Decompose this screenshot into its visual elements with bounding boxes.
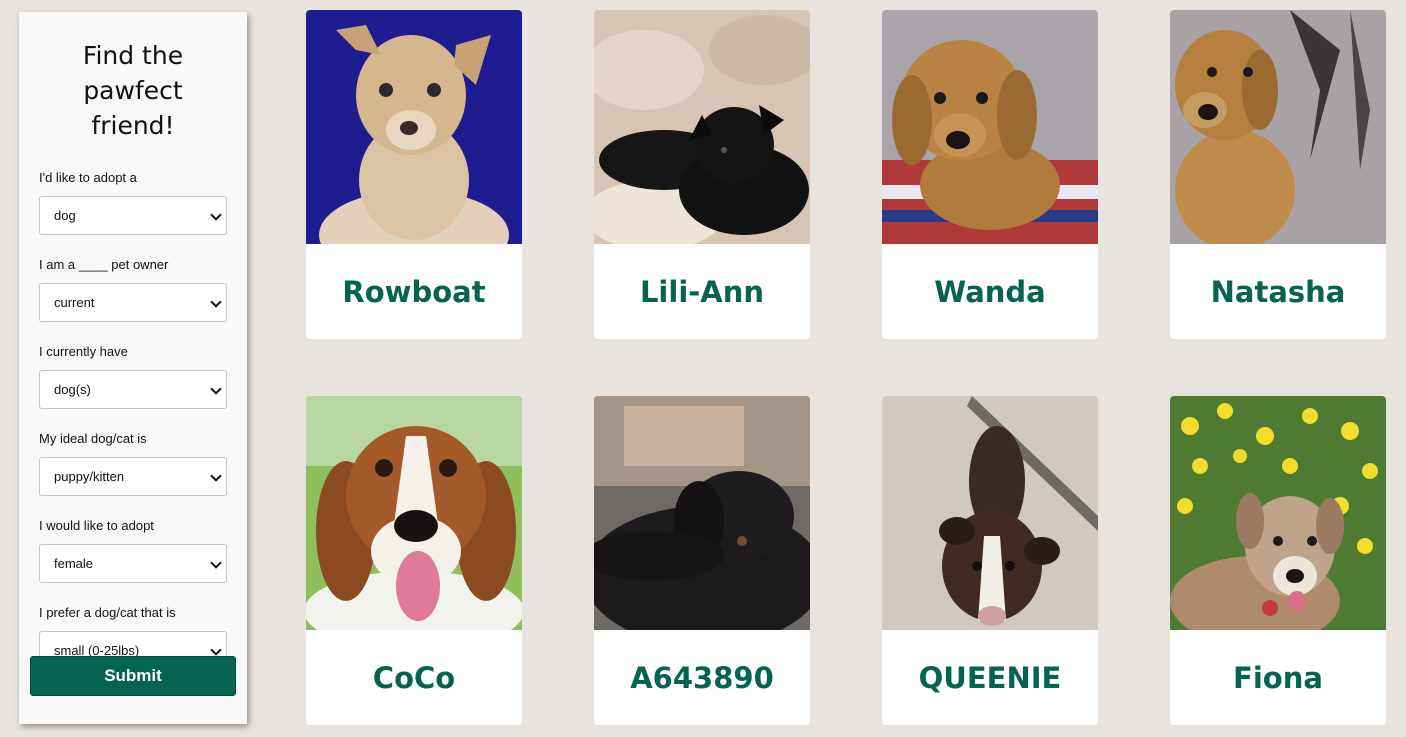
adopt-type-label: I'd like to adopt a [39,170,137,185]
current-pets-label: I currently have [39,344,128,359]
chevron-down-icon [210,296,222,308]
owner-status-label: I am a ____ pet owner [39,257,169,272]
owner-status-field: I am a ____ pet owner current [39,256,227,322]
pet-card-rowboat[interactable]: Rowboat [306,10,522,339]
pet-name[interactable]: CoCo [306,630,522,725]
filter-sidebar: Find the pawfect friend! I'd like to ado… [19,12,247,724]
pet-name[interactable]: Lili-Ann [594,244,810,339]
size-label: I prefer a dog/cat that is [39,605,176,620]
gender-select[interactable]: female [39,544,227,583]
pet-name[interactable]: Fiona [1170,630,1386,725]
pet-name[interactable]: Wanda [882,244,1098,339]
chevron-down-icon [210,644,222,656]
pet-card-lili-ann[interactable]: Lili-Ann [594,10,810,339]
chevron-down-icon [210,470,222,482]
current-pets-select[interactable]: dog(s) [39,370,227,409]
pet-photo[interactable] [594,396,810,630]
pet-photo[interactable] [306,10,522,244]
pet-name[interactable]: Rowboat [306,244,522,339]
sidebar-title: Find the pawfect friend! [82,41,184,140]
pet-photo[interactable] [882,396,1098,630]
current-pets-value: dog(s) [54,382,91,397]
adopt-type-select[interactable]: dog [39,196,227,235]
chevron-down-icon [210,383,222,395]
gender-label: I would like to adopt [39,518,154,533]
submit-button[interactable]: Submit [30,656,236,696]
pet-card-wanda[interactable]: Wanda [882,10,1098,339]
pet-photo[interactable] [1170,10,1386,244]
current-pets-field: I currently have dog(s) [39,343,227,409]
pet-name[interactable]: QUEENIE [882,630,1098,725]
pet-card-natasha[interactable]: Natasha [1170,10,1386,339]
pet-card-queenie[interactable]: QUEENIE [882,396,1098,725]
gender-value: female [54,556,94,571]
pet-photo[interactable] [594,10,810,244]
gender-field: I would like to adopt female [39,517,227,583]
chevron-down-icon [210,209,222,221]
ideal-age-select[interactable]: puppy/kitten [39,457,227,496]
pet-photo[interactable] [882,10,1098,244]
ideal-age-field: My ideal dog/cat is puppy/kitten [39,430,227,496]
chevron-down-icon [210,557,222,569]
pet-name[interactable]: Natasha [1170,244,1386,339]
owner-status-select[interactable]: current [39,283,227,322]
adopt-type-field: I'd like to adopt a dog [39,169,227,235]
pet-photo[interactable] [306,396,522,630]
pet-card-a643890[interactable]: A643890 [594,396,810,725]
pet-name[interactable]: A643890 [594,630,810,725]
pet-card-coco[interactable]: CoCo [306,396,522,725]
adopt-type-value: dog [54,208,76,223]
pet-photo[interactable] [1170,396,1386,630]
ideal-age-label: My ideal dog/cat is [39,431,147,446]
pet-card-fiona[interactable]: Fiona [1170,396,1386,725]
owner-status-value: current [54,295,95,310]
ideal-age-value: puppy/kitten [54,469,125,484]
